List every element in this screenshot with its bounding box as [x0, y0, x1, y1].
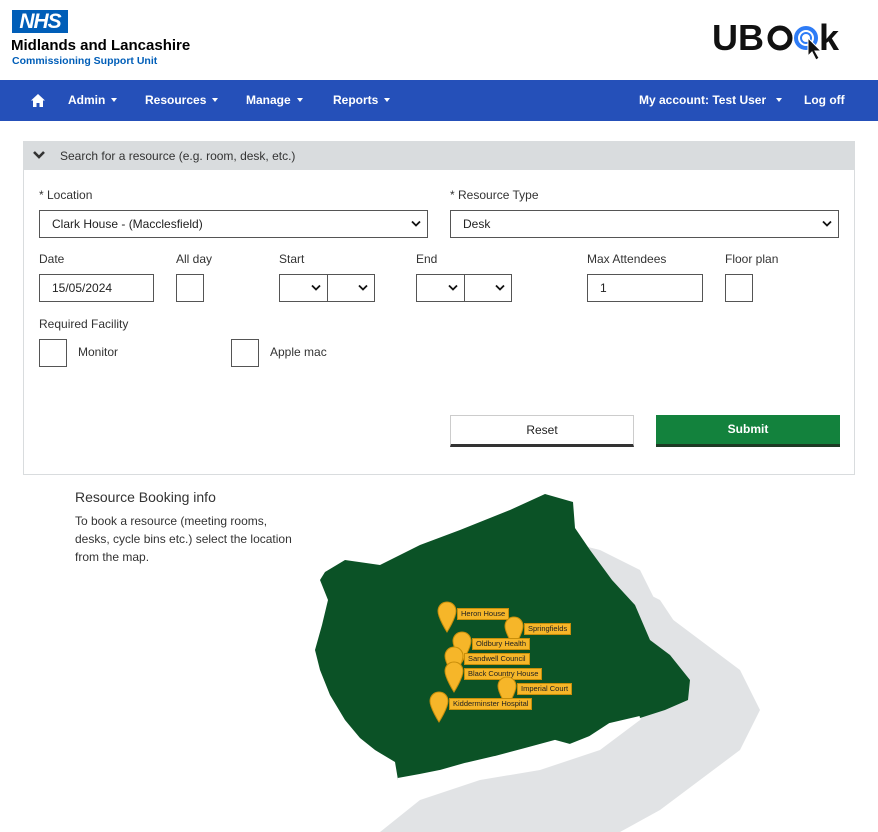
- all-day-label: All day: [176, 252, 213, 266]
- chevron-down-icon: [33, 151, 45, 159]
- caret-down-icon: [384, 97, 391, 102]
- chevron-down-icon: [411, 220, 421, 227]
- nav-log-off[interactable]: Log off: [804, 80, 845, 121]
- nav-manage-label: Manage: [246, 93, 291, 107]
- pin-label[interactable]: Kidderminster Hospital: [449, 698, 533, 710]
- floor-plan-checkbox[interactable]: [725, 274, 753, 302]
- search-panel-header[interactable]: Search for a resource (e.g. room, desk, …: [24, 142, 854, 170]
- end-label: End: [416, 252, 438, 266]
- all-day-checkbox[interactable]: [176, 274, 204, 302]
- org-name: Midlands and Lancashire: [11, 37, 191, 54]
- nav-my-account[interactable]: My account: Test User: [639, 80, 783, 121]
- caret-down-icon: [776, 97, 783, 102]
- map-pin-icon[interactable]: [437, 601, 457, 633]
- start-label: Start: [279, 252, 305, 266]
- apple-mac-label: Apple mac: [270, 345, 327, 359]
- nav-reports[interactable]: Reports: [333, 80, 391, 121]
- pin-label[interactable]: Oldbury Health: [472, 638, 531, 650]
- submit-button[interactable]: Submit: [656, 415, 840, 447]
- search-panel-title: Search for a resource (e.g. room, desk, …: [60, 149, 296, 163]
- date-value: 15/05/2024: [52, 281, 113, 295]
- nav-reports-label: Reports: [333, 93, 379, 107]
- nav-admin[interactable]: Admin: [68, 80, 118, 121]
- location-select[interactable]: Clark House - (Macclesfield): [39, 210, 428, 238]
- start-hour-select[interactable]: [279, 274, 328, 302]
- monitor-checkbox[interactable]: [39, 339, 67, 367]
- max-attendees-label: Max Attendees: [587, 252, 667, 266]
- resource-type-select[interactable]: Desk: [450, 210, 839, 238]
- pin-label[interactable]: Heron House: [457, 608, 510, 620]
- svg-text:k: k: [819, 17, 840, 58]
- map-pin-icon[interactable]: [444, 661, 464, 693]
- chevron-down-icon: [358, 284, 368, 291]
- info-text: To book a resource (meeting rooms, desks…: [75, 514, 292, 564]
- info-title: Resource Booking info: [75, 489, 216, 505]
- end-minute-select[interactable]: [464, 274, 512, 302]
- nav-resources[interactable]: Resources: [145, 80, 219, 121]
- max-attendees-value: 1: [600, 281, 607, 295]
- nav-manage[interactable]: Manage: [246, 80, 303, 121]
- org-subtitle: Commissioning Support Unit: [12, 55, 158, 67]
- main-nav: Admin Resources Manage Reports My accoun…: [0, 80, 878, 121]
- chevron-down-icon: [448, 284, 458, 291]
- reset-button[interactable]: Reset: [450, 415, 634, 447]
- pin-label[interactable]: Springfields: [524, 623, 572, 635]
- location-value: Clark House - (Macclesfield): [52, 217, 203, 231]
- svg-text:UB: UB: [712, 17, 764, 58]
- end-hour-select[interactable]: [416, 274, 465, 302]
- required-facility-label: Required Facility: [39, 317, 129, 331]
- chevron-down-icon: [822, 220, 832, 227]
- caret-down-icon: [212, 97, 219, 102]
- caret-down-icon: [111, 97, 118, 102]
- nav-account-label: My account: Test User: [639, 93, 767, 107]
- nav-admin-label: Admin: [68, 93, 106, 107]
- chevron-down-icon: [311, 284, 321, 291]
- start-minute-select[interactable]: [327, 274, 375, 302]
- home-icon[interactable]: [31, 94, 45, 107]
- resource-type-label: * Resource Type: [450, 188, 539, 202]
- monitor-label: Monitor: [78, 345, 119, 359]
- floor-plan-label: Floor plan: [725, 252, 779, 266]
- nav-resources-label: Resources: [145, 93, 207, 107]
- map-pin-icon[interactable]: [429, 691, 449, 723]
- apple-mac-checkbox[interactable]: [231, 339, 259, 367]
- pin-label[interactable]: Sandwell Council: [464, 653, 530, 665]
- ubook-logo[interactable]: UB k: [710, 14, 850, 64]
- nhs-logo: NHS: [12, 10, 68, 33]
- pin-label[interactable]: Imperial Court: [517, 683, 573, 695]
- date-label: Date: [39, 252, 65, 266]
- max-attendees-input[interactable]: 1: [587, 274, 703, 302]
- header: NHS Midlands and Lancashire Commissionin…: [0, 0, 878, 80]
- resource-type-value: Desk: [463, 217, 491, 231]
- date-input[interactable]: 15/05/2024: [39, 274, 154, 302]
- caret-down-icon: [296, 97, 303, 102]
- chevron-down-icon: [495, 284, 505, 291]
- location-label: * Location: [39, 188, 93, 202]
- search-panel: Search for a resource (e.g. room, desk, …: [23, 141, 855, 475]
